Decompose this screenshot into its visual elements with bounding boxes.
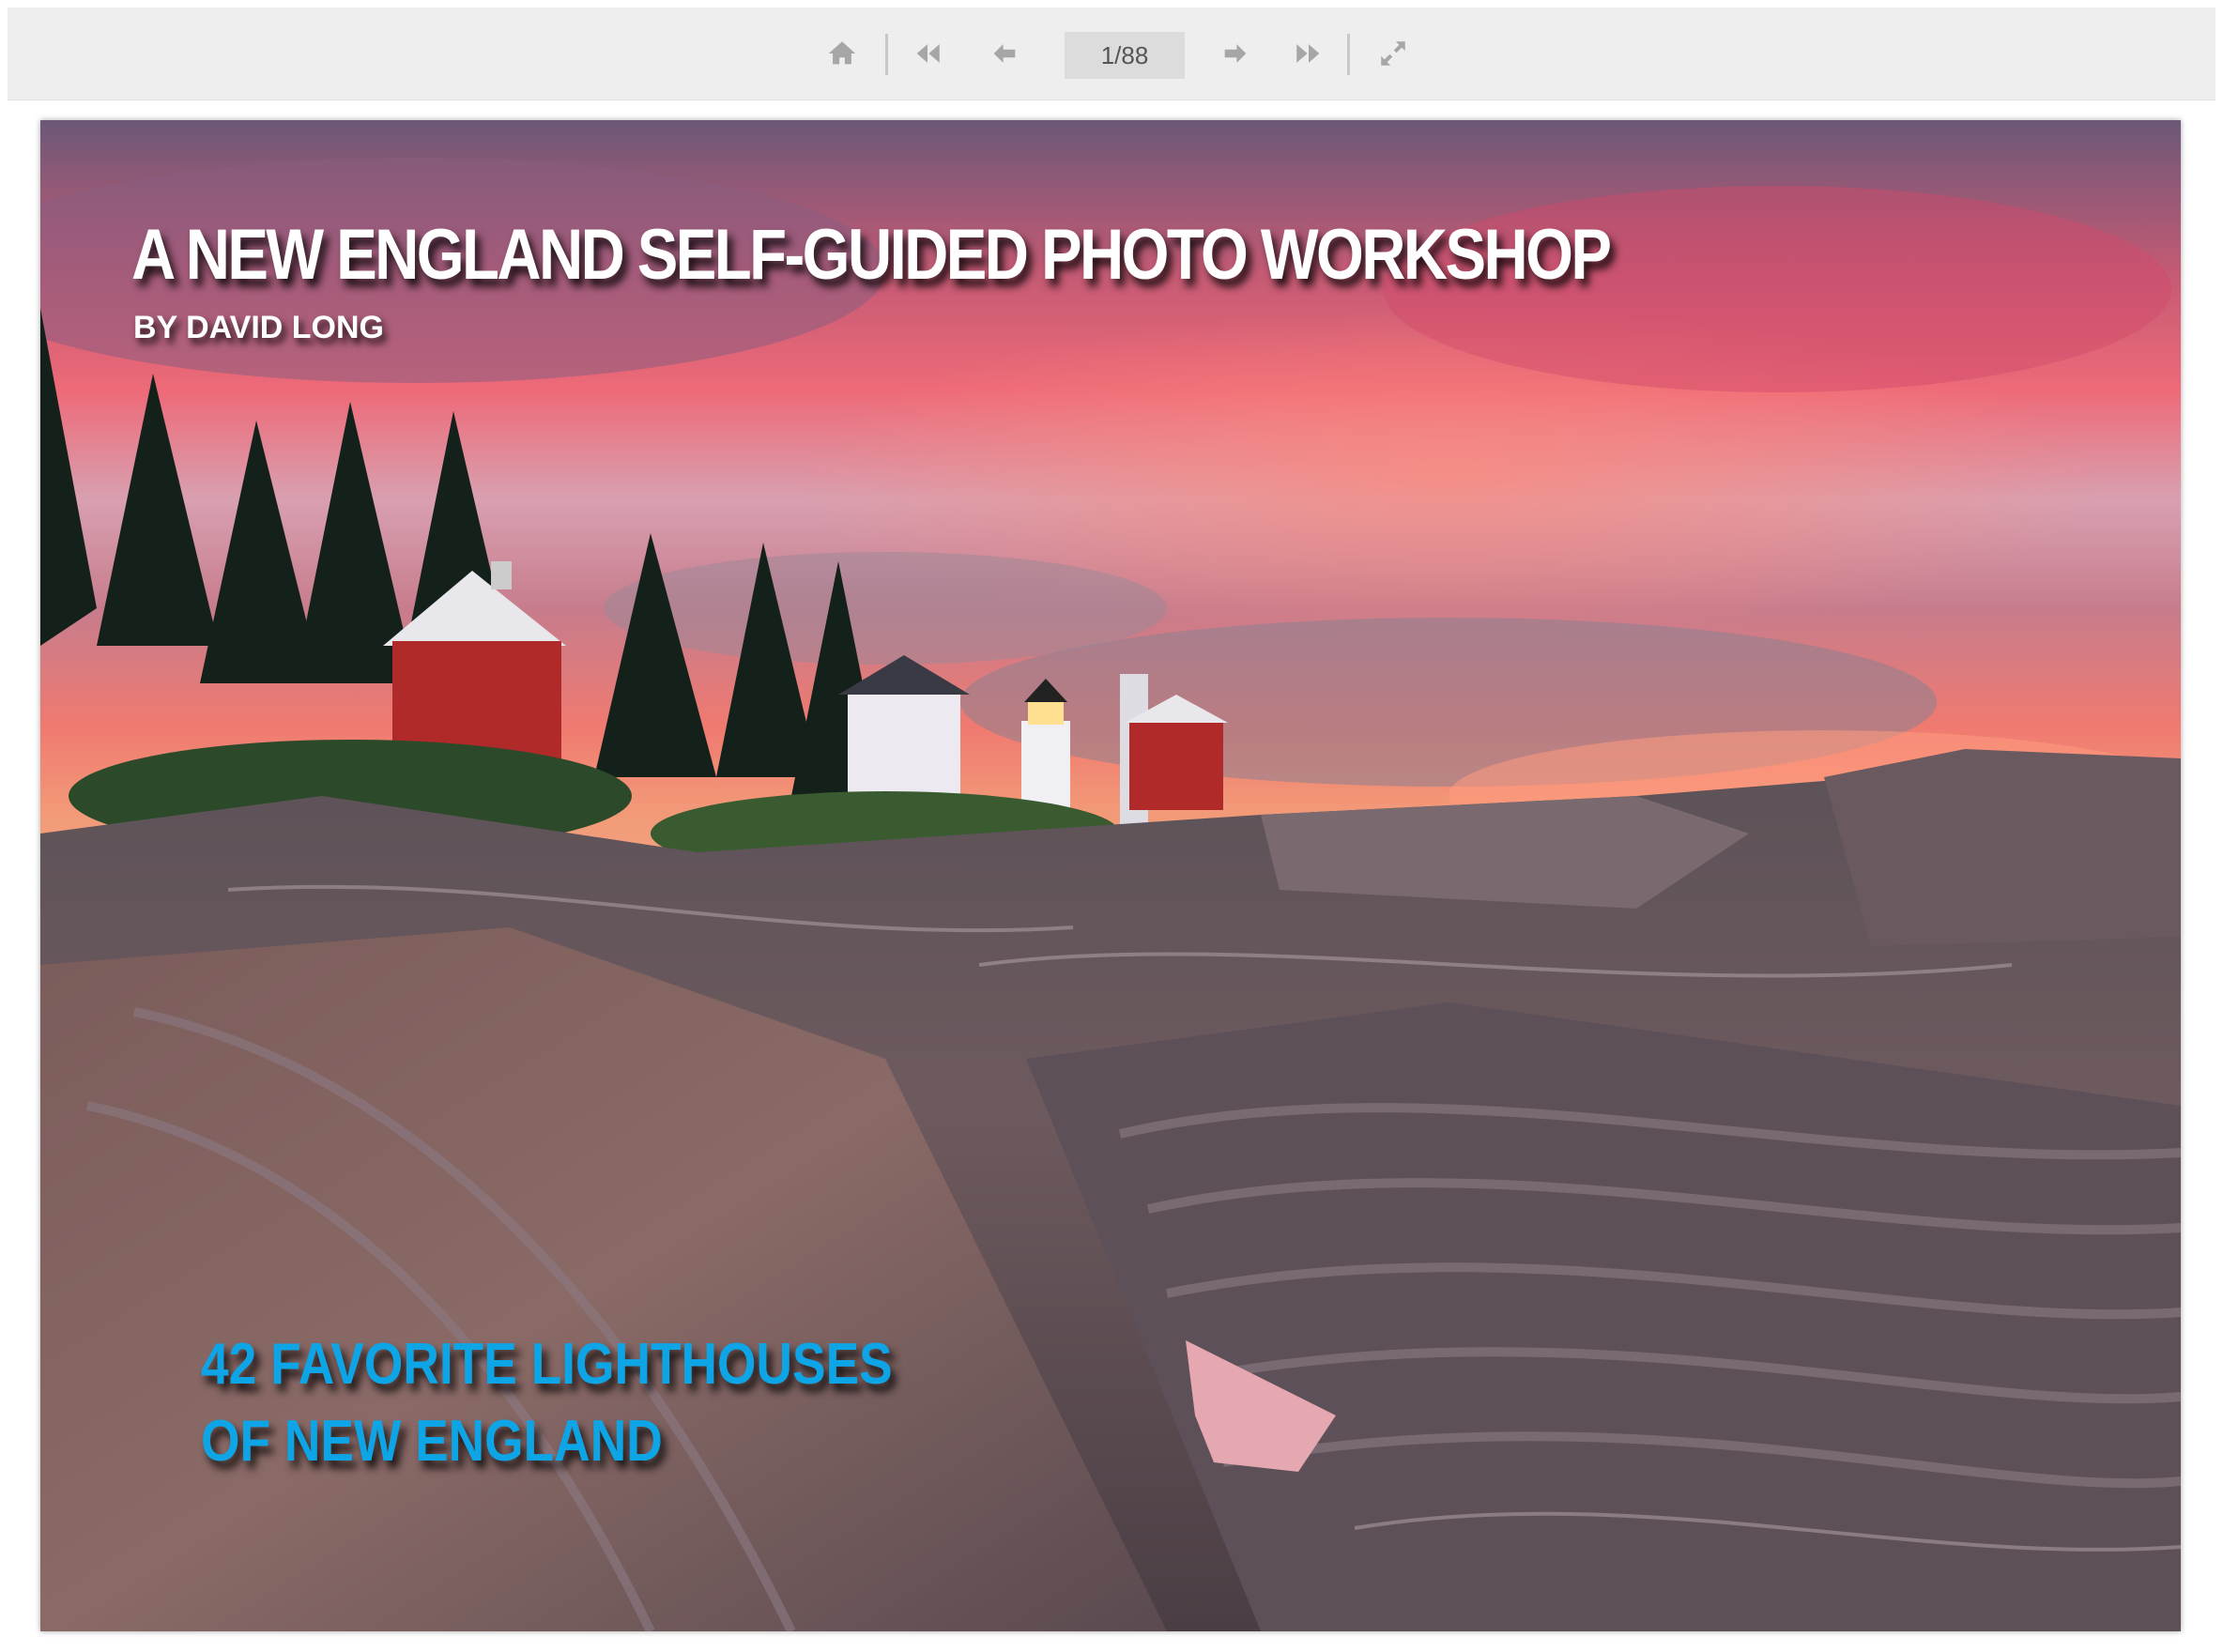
expand-icon <box>1381 41 1405 66</box>
next-page-button[interactable] <box>1217 35 1254 72</box>
toolbar-divider <box>885 34 888 75</box>
previous-page-button[interactable] <box>986 35 1023 72</box>
fullscreen-button[interactable] <box>1374 35 1412 72</box>
document-page: A NEW ENGLAND SELF-GUIDED PHOTO WORKSHOP… <box>40 120 2181 1631</box>
first-page-button[interactable] <box>909 35 946 72</box>
toolbar-divider <box>1347 34 1350 75</box>
viewer-toolbar: 1/88 <box>8 8 2215 100</box>
home-button[interactable] <box>823 35 861 72</box>
double-chevron-right-icon <box>1296 44 1320 63</box>
page-subtitle: 42 FAVORITE LIGHTHOUSES OF NEW ENGLAND <box>201 1326 893 1480</box>
arrow-left-icon <box>993 44 1016 63</box>
arrow-right-icon <box>1224 44 1247 63</box>
subtitle-line-2: OF NEW ENGLAND <box>201 1409 663 1474</box>
author-byline: BY DAVID LONG <box>133 310 384 345</box>
double-chevron-left-icon <box>916 44 940 63</box>
home-icon <box>828 41 856 65</box>
page-title: A NEW ENGLAND SELF-GUIDED PHOTO WORKSHOP <box>131 215 1612 295</box>
page-indicator[interactable]: 1/88 <box>1065 32 1185 79</box>
subtitle-line-1: 42 FAVORITE LIGHTHOUSES <box>201 1332 893 1397</box>
last-page-button[interactable] <box>1290 35 1327 72</box>
